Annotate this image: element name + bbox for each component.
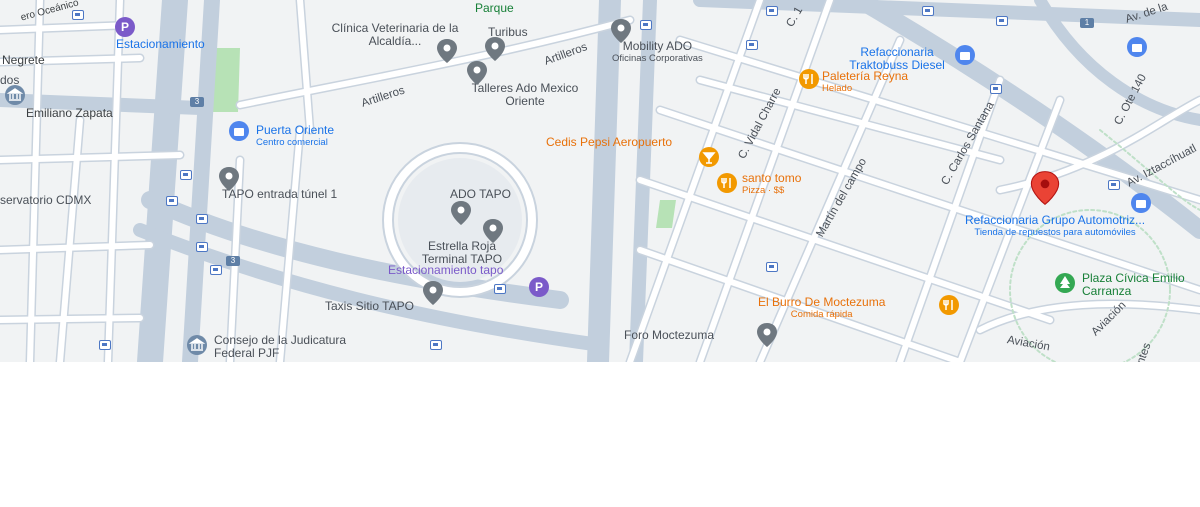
place-category: Helado xyxy=(822,83,853,94)
bus-stop-icon[interactable] xyxy=(922,6,934,16)
place-category: Tienda de repuestos para automóviles xyxy=(974,227,1136,238)
place-category: Comida rápida xyxy=(790,309,853,320)
route-shield: 3 xyxy=(190,97,204,107)
food-pin-icon[interactable] xyxy=(938,294,960,320)
parking-icon[interactable]: P xyxy=(528,276,550,302)
place-name: Puerta Oriente xyxy=(256,123,335,137)
bus-stop-icon[interactable] xyxy=(99,340,111,350)
landmark-pin-icon[interactable] xyxy=(186,334,208,360)
route-shield: 1 xyxy=(1080,18,1094,28)
bus-stop-icon[interactable] xyxy=(766,6,778,16)
place-label-consejo[interactable]: Consejo de la Judicatura Federal PJF xyxy=(214,334,364,360)
bus-stop-icon[interactable] xyxy=(166,196,178,206)
bus-stop-icon[interactable] xyxy=(640,20,652,30)
bus-stop-icon[interactable] xyxy=(990,84,1002,94)
food-pin-icon[interactable] xyxy=(798,68,820,94)
bus-stop-icon[interactable] xyxy=(494,284,506,294)
bus-stop-icon[interactable] xyxy=(196,214,208,224)
place-label-taxis-sitio[interactable]: Taxis Sitio TAPO xyxy=(325,300,414,313)
svg-text:P: P xyxy=(121,20,129,34)
bus-stop-icon[interactable] xyxy=(180,170,192,180)
bus-stop-icon[interactable] xyxy=(766,262,778,272)
place-name: Refaccionaria Grupo Automotriz... xyxy=(964,213,1146,227)
route-shield: 3 xyxy=(226,256,240,266)
shopping-pin-icon[interactable] xyxy=(1126,36,1148,62)
place-label-parque[interactable]: Parque xyxy=(475,2,514,15)
place-label-plaza-civica[interactable]: Plaza Cívica Emilio Carranza xyxy=(1082,272,1200,298)
shopping-pin-icon[interactable] xyxy=(954,44,976,70)
gray-pin-icon[interactable] xyxy=(484,36,506,62)
food-pin-icon[interactable] xyxy=(716,172,738,198)
place-label-observatorio[interactable]: servatorio CDMX xyxy=(0,194,91,207)
place-label-burro[interactable]: El Burro De Moctezuma Comida rápida xyxy=(758,295,886,321)
road-label-emiliano-zapata: Emiliano Zapata xyxy=(26,106,113,120)
bar-pin-icon[interactable] xyxy=(698,146,720,172)
place-name: Paletería Reyna xyxy=(822,69,909,83)
place-label-cedis-pepsi[interactable]: Cedis Pepsi Aeropuerto xyxy=(546,136,672,149)
place-label-santo-tomo[interactable]: santo tomo Pizza · $$ xyxy=(742,171,802,197)
map-view[interactable]: ero Oceánico Negrete Emiliano Zapata Art… xyxy=(0,0,1200,362)
bus-stop-icon[interactable] xyxy=(746,40,758,50)
place-category: Oficinas Corporativas xyxy=(612,53,703,64)
gray-pin-icon[interactable] xyxy=(218,166,240,192)
place-label-puerta-oriente[interactable]: Puerta Oriente Centro comercial xyxy=(256,123,335,149)
gray-pin-icon[interactable] xyxy=(436,38,458,64)
place-name: El Burro De Moctezuma xyxy=(758,295,886,309)
bus-stop-icon[interactable] xyxy=(72,10,84,20)
bus-stop-icon[interactable] xyxy=(1108,180,1120,190)
gray-pin-icon[interactable] xyxy=(482,218,504,244)
gray-pin-icon[interactable] xyxy=(466,60,488,86)
place-label-estacionamiento-tapo[interactable]: Estacionamiento tapo xyxy=(388,264,503,277)
place-label-paleteria[interactable]: Paletería Reyna Helado xyxy=(822,69,909,95)
bus-stop-icon[interactable] xyxy=(996,16,1008,26)
gray-pin-icon[interactable] xyxy=(450,200,472,226)
svg-text:P: P xyxy=(535,280,543,294)
gray-pin-icon[interactable] xyxy=(756,322,778,348)
shopping-pin-icon[interactable] xyxy=(228,120,250,146)
place-label-foro-moctezuma[interactable]: Foro Moctezuma xyxy=(624,329,714,342)
map-base-layer xyxy=(0,0,1200,362)
place-category: Centro comercial xyxy=(256,137,328,148)
place-name: santo tomo xyxy=(742,171,802,185)
place-name: Mobility ADO xyxy=(622,39,693,53)
tree-pin-icon[interactable] xyxy=(1054,272,1076,298)
bus-stop-icon[interactable] xyxy=(210,265,222,275)
landmark-pin-icon[interactable] xyxy=(4,84,26,110)
place-label-refaccionaria-grupo[interactable]: Refaccionaria Grupo Automotriz... Tienda… xyxy=(955,213,1155,239)
shopping-pin-icon[interactable] xyxy=(1130,192,1152,218)
parking-icon[interactable]: P xyxy=(114,16,136,42)
bus-stop-icon[interactable] xyxy=(430,340,442,350)
gray-pin-icon[interactable] xyxy=(610,18,632,44)
gray-pin-icon[interactable] xyxy=(422,280,444,306)
road-label-negrete: Negrete xyxy=(2,53,45,67)
place-category: Pizza · $$ xyxy=(742,185,785,196)
bus-stop-icon[interactable] xyxy=(196,242,208,252)
selected-location-marker-icon[interactable] xyxy=(1030,170,1060,206)
